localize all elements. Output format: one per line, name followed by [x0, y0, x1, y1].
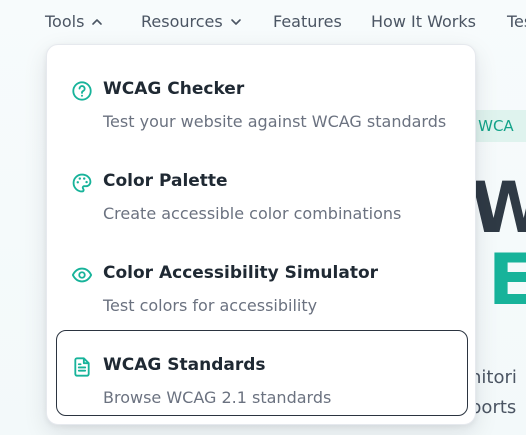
nav-how-it-works-label: How It Works [371, 12, 476, 31]
menu-item-description: Test your website against WCAG standards [103, 112, 447, 131]
menu-item-wcag-checker[interactable]: WCAG Checker Test your website against W… [56, 54, 468, 140]
document-icon [74, 357, 90, 377]
nav-features-label: Features [273, 12, 342, 31]
nav-resources[interactable]: Resources [141, 12, 243, 32]
menu-item-title: Color Accessibility Simulator [103, 263, 379, 283]
hero-heading-line-2: E [488, 239, 526, 321]
hero-heading-line-1: W [470, 167, 526, 249]
eye-icon [71, 267, 93, 283]
nav-how-it-works[interactable]: How It Works [371, 12, 476, 32]
nav-tools[interactable]: Tools [45, 12, 104, 32]
menu-item-description: Create accessible color combinations [103, 204, 402, 223]
chevron-up-icon [92, 19, 103, 25]
tools-dropdown: WCAG Checker Test your website against W… [46, 44, 476, 425]
menu-item-wcag-standards[interactable]: WCAG Standards Browse WCAG 2.1 standards [56, 330, 468, 416]
palette-icon [72, 173, 92, 193]
nav-features[interactable]: Features [273, 12, 342, 32]
menu-item-description: Browse WCAG 2.1 standards [103, 388, 332, 407]
chevron-down-icon [230, 19, 241, 25]
nav-tes[interactable]: Tes [507, 12, 526, 32]
nav-resources-label: Resources [141, 12, 223, 31]
menu-item-color-palette[interactable]: Color Palette Create accessible color co… [56, 146, 468, 232]
menu-item-title: WCAG Standards [103, 355, 266, 375]
menu-item-title: Color Palette [103, 171, 228, 191]
help-circle-icon [72, 81, 92, 101]
hero-text-line-2: ports [470, 397, 517, 418]
menu-item-title: WCAG Checker [103, 79, 245, 99]
menu-item-description: Test colors for accessibility [103, 296, 318, 315]
menu-item-color-accessibility-simulator[interactable]: Color Accessibility Simulator Test color… [56, 238, 468, 324]
top-nav: Tools Resources Features How It Works Te… [0, 0, 526, 44]
page: Tools Resources Features How It Works Te… [0, 0, 526, 435]
hero-text-line-1: nitori [470, 367, 517, 388]
nav-tools-label: Tools [45, 12, 85, 31]
nav-tes-label: Tes [507, 12, 526, 31]
